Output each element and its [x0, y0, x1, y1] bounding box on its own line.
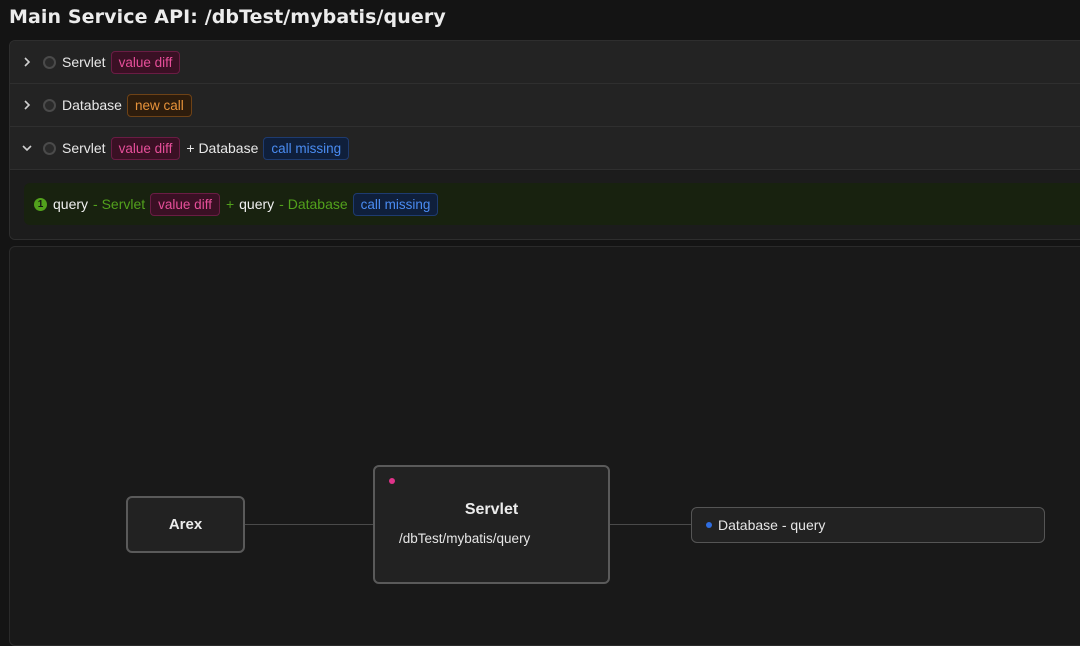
node-database[interactable]: Database - query [691, 507, 1045, 543]
detail-plus: + [225, 196, 235, 212]
scenario-label: Servlet [62, 54, 106, 70]
scenario-row-3[interactable]: Servlet value diff + Database call missi… [10, 127, 1080, 170]
status-dot [706, 522, 712, 528]
detail-item2: query [239, 196, 275, 212]
chevron-right-icon[interactable] [20, 57, 34, 67]
node-title: Servlet [464, 501, 519, 518]
radio-icon[interactable] [43, 55, 56, 69]
scenario-detail-panel: 1 query - Servlet value diff + query - D… [10, 171, 1080, 239]
node-label: Database - query [718, 517, 826, 533]
status-badge: call missing [352, 192, 439, 216]
node-path: /dbTest/mybatis/query [399, 531, 531, 546]
scenario-row-2[interactable]: Database new call [10, 84, 1080, 127]
scenario-label: Database [62, 97, 122, 113]
detail-item1-sep: - Servlet [93, 196, 146, 212]
status-badge: call missing [263, 136, 350, 160]
radio-icon[interactable] [43, 98, 56, 112]
status-badge: new call [126, 93, 192, 117]
number-badge: 1 [34, 197, 47, 211]
chevron-right-icon[interactable] [20, 100, 34, 110]
detail-item2-sep: - Database [279, 196, 348, 212]
page-title: Main Service API: /dbTest/mybatis/query [9, 6, 446, 28]
flow-edge [610, 524, 691, 525]
detail-item1: query [53, 196, 89, 212]
scenario-label: Servlet [62, 140, 106, 156]
scenario-plus-label: + Database [186, 140, 259, 156]
flow-edge [245, 524, 373, 525]
node-servlet[interactable]: Servlet /dbTest/mybatis/query [373, 465, 610, 584]
status-dot [389, 478, 395, 484]
status-badge: value diff [150, 192, 220, 216]
detail-alert: 1 query - Servlet value diff + query - D… [24, 183, 1080, 225]
chevron-down-icon[interactable] [20, 143, 34, 153]
flow-canvas[interactable] [9, 246, 1080, 646]
node-arex[interactable]: Arex [126, 496, 245, 553]
scenario-collapse: Servlet value diff Database new call Ser… [9, 40, 1080, 240]
radio-icon[interactable] [43, 141, 56, 155]
status-badge: value diff [110, 136, 181, 160]
status-badge: value diff [110, 50, 181, 74]
scenario-row-1[interactable]: Servlet value diff [10, 41, 1080, 84]
